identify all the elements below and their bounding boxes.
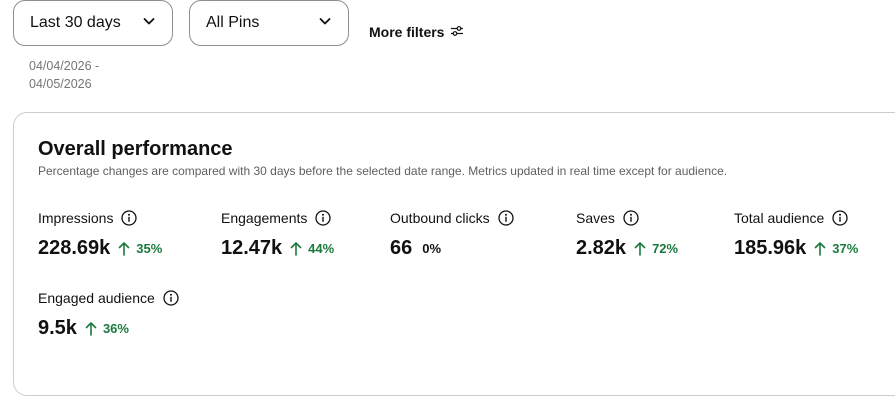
metric-outbound-clicks: Outbound clicks 66 0%	[390, 209, 514, 260]
metric-change-value: 72%	[652, 241, 679, 256]
card-subtitle: Percentage changes are compared with 30 …	[38, 164, 728, 178]
arrow-up-icon	[118, 242, 130, 256]
metric-change-value: 44%	[308, 241, 335, 256]
filter-sliders-icon	[450, 24, 464, 40]
arrow-up-icon	[85, 322, 97, 336]
metric-change-value: 37%	[832, 241, 859, 256]
metric-label: Outbound clicks	[390, 210, 490, 226]
arrow-up-icon	[814, 242, 826, 256]
metric-label: Saves	[576, 210, 615, 226]
info-icon[interactable]	[163, 290, 179, 306]
card-title: Overall performance	[38, 138, 233, 160]
more-filters-label: More filters	[369, 24, 445, 40]
selected-date-range: 04/04/2026 - 04/05/2026	[29, 59, 100, 91]
metric-change-value: 35%	[136, 241, 163, 256]
metric-change: 44%	[290, 241, 334, 256]
pins-dropdown[interactable]: All Pins	[189, 0, 349, 46]
chevron-down-icon	[142, 14, 156, 33]
metric-value: 12.47k	[221, 237, 283, 259]
metric-value: 185.96k	[734, 237, 807, 259]
chevron-down-icon	[318, 14, 332, 33]
pins-label: All Pins	[206, 14, 260, 31]
metric-label: Engaged audience	[38, 290, 155, 306]
metric-label: Impressions	[38, 210, 114, 226]
metric-change-value: 0%	[422, 241, 442, 256]
info-icon[interactable]	[497, 210, 514, 226]
metric-saves: Saves 2.82k 72%	[576, 209, 678, 260]
overall-performance-card: Overall performance Percentage changes a…	[13, 112, 895, 396]
arrow-up-icon	[290, 242, 302, 256]
more-filters-button[interactable]: More filters	[369, 24, 464, 40]
info-icon[interactable]	[121, 210, 138, 226]
info-icon[interactable]	[315, 210, 332, 226]
metric-change: 72%	[634, 241, 678, 256]
date-range-dropdown[interactable]: Last 30 days	[13, 0, 173, 46]
metric-engagements: Engagements 12.47k 44%	[221, 209, 334, 260]
metric-impressions: Impressions 228.69k 35%	[38, 209, 162, 260]
metric-change-value: 36%	[102, 321, 129, 336]
metric-total-audience: Total audience 185.96k 37%	[734, 209, 858, 260]
metric-value: 66	[390, 237, 413, 259]
metric-label: Total audience	[734, 210, 825, 226]
metric-engaged-audience: Engaged audience 9.5k 36%	[38, 289, 179, 340]
metric-change: 35%	[118, 241, 162, 256]
metric-label: Engagements	[221, 210, 308, 226]
metric-value: 228.69k	[38, 237, 111, 259]
date-range-label: Last 30 days	[30, 14, 121, 31]
metric-value: 2.82k	[576, 237, 627, 259]
info-icon[interactable]	[832, 210, 848, 226]
info-icon[interactable]	[623, 210, 639, 226]
metric-value: 9.5k	[38, 317, 77, 339]
arrow-up-icon	[634, 242, 646, 256]
metric-change: 0%	[422, 241, 441, 256]
metric-change: 37%	[814, 241, 858, 256]
metric-change: 36%	[85, 321, 129, 336]
